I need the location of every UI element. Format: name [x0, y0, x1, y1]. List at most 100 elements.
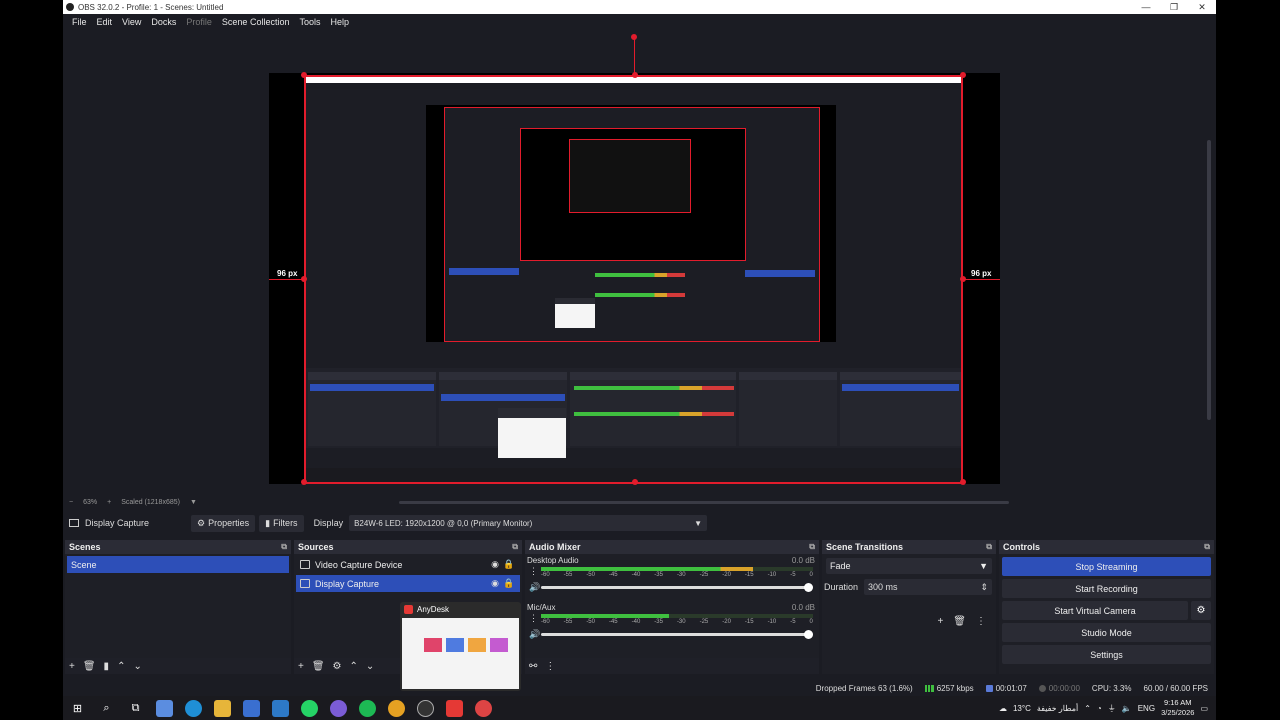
properties-button[interactable]: ⚙ Properties: [191, 514, 256, 532]
volume-slider-knob[interactable]: [804, 583, 813, 592]
eye-icon[interactable]: ◉: [488, 578, 502, 589]
chevron-up-icon[interactable]: ⌃: [350, 661, 358, 672]
preview-horizontal-scrollbar[interactable]: [399, 501, 1009, 504]
clock[interactable]: 9:16 AM 3/25/2026: [1161, 698, 1194, 718]
filters-button[interactable]: ▮ Filters: [259, 514, 304, 532]
kebab-menu-icon[interactable]: ⋮: [545, 661, 555, 672]
kebab-menu-icon[interactable]: ⋮: [529, 566, 538, 577]
resize-handle-bottom[interactable]: [632, 479, 638, 485]
close-button[interactable]: ✕: [1188, 2, 1216, 13]
trash-icon[interactable]: 🗑: [83, 661, 96, 672]
chevron-down-icon[interactable]: ⌄: [133, 661, 141, 672]
display-capture-bounds[interactable]: [304, 75, 963, 484]
transition-select[interactable]: Fade ▼: [826, 558, 992, 574]
resize-handle-left[interactable]: [301, 276, 307, 282]
windows-start-icon[interactable]: ⊞: [69, 700, 86, 717]
dock-float-icon[interactable]: ⧉: [986, 542, 992, 552]
dock-float-icon[interactable]: ⧉: [512, 542, 518, 552]
display-select[interactable]: B24W-6 LED: 1920x1200 @ 0,0 (Primary Mon…: [349, 515, 708, 531]
add-icon[interactable]: +: [69, 661, 75, 672]
chevron-up-icon[interactable]: ⌃: [117, 661, 125, 672]
kebab-menu-icon[interactable]: ⋮: [976, 616, 986, 627]
scale-mode[interactable]: Scaled (1218x685): [121, 499, 180, 506]
menu-scene-collection[interactable]: Scene Collection: [217, 17, 295, 27]
weather-text[interactable]: أمطار خفيفة: [1037, 704, 1078, 713]
stepper-icon[interactable]: ⇕: [980, 582, 988, 593]
gear-icon[interactable]: ⚙: [333, 661, 342, 672]
menu-view[interactable]: View: [117, 17, 146, 27]
dock-float-icon[interactable]: ⧉: [1204, 542, 1210, 552]
spotify-icon[interactable]: [359, 699, 376, 717]
lock-icon[interactable]: 🔒: [502, 578, 516, 589]
source-item[interactable]: Display Capture ◉ 🔒: [296, 575, 520, 592]
chrome-icon[interactable]: [388, 699, 405, 717]
obs-icon[interactable]: [417, 699, 434, 717]
menu-profile[interactable]: Profile: [181, 17, 217, 27]
preview-vertical-scrollbar[interactable]: [1207, 140, 1211, 420]
menu-tools[interactable]: Tools: [294, 17, 325, 27]
add-icon[interactable]: +: [298, 661, 304, 672]
restore-button[interactable]: ❐: [1160, 2, 1188, 13]
popup-thumbnail[interactable]: [402, 618, 519, 689]
studio-mode-button[interactable]: Studio Mode: [1002, 623, 1211, 642]
speaker-icon[interactable]: 🔊: [529, 582, 540, 593]
virtual-camera-gear-icon[interactable]: ⚙: [1191, 601, 1211, 620]
file-explorer-icon[interactable]: [214, 699, 231, 717]
weather-temp[interactable]: 13°C: [1013, 704, 1031, 713]
settings-button[interactable]: Settings: [1002, 645, 1211, 664]
usb-icon[interactable]: ⏚: [1108, 703, 1116, 714]
search-icon[interactable]: ⌕: [98, 700, 115, 717]
taskbar-preview-popup[interactable]: AnyDesk: [400, 602, 521, 691]
speaker-icon[interactable]: 🔊: [529, 629, 540, 640]
messenger-icon[interactable]: [330, 699, 347, 717]
zoom-in-icon[interactable]: +: [107, 499, 111, 506]
anydesk-icon[interactable]: [446, 699, 463, 717]
chrome-profile-icon[interactable]: [475, 699, 492, 717]
store-icon[interactable]: [243, 699, 260, 717]
resize-handle-top-left[interactable]: [301, 72, 307, 78]
weather-icon[interactable]: ☁: [999, 704, 1007, 713]
top-guide-handle[interactable]: [631, 34, 637, 40]
chevron-down-icon[interactable]: ⌄: [366, 661, 374, 672]
start-recording-button[interactable]: Start Recording: [1002, 579, 1211, 598]
minimize-button[interactable]: —: [1132, 2, 1160, 12]
notification-icon[interactable]: ▭: [1200, 704, 1208, 713]
scene-item[interactable]: Scene: [67, 556, 289, 573]
preview-area[interactable]: 96 px 96 px: [63, 30, 1216, 496]
zoom-out-icon[interactable]: −: [69, 499, 73, 506]
start-virtual-camera-button[interactable]: Start Virtual Camera: [1054, 606, 1135, 616]
filter-icon[interactable]: ▮: [104, 661, 110, 672]
add-icon[interactable]: +: [937, 616, 943, 627]
lock-icon[interactable]: 🔒: [502, 559, 516, 570]
dock-float-icon[interactable]: ⧉: [281, 542, 287, 552]
menu-file[interactable]: File: [67, 17, 92, 27]
whatsapp-icon[interactable]: [301, 699, 318, 717]
volume-slider[interactable]: [541, 583, 813, 592]
source-item[interactable]: Video Capture Device ◉ 🔒: [296, 556, 520, 573]
chevron-up-icon[interactable]: ⌃: [1084, 704, 1091, 713]
resize-handle-bottom-left[interactable]: [301, 479, 307, 485]
link-icon[interactable]: ⚯: [529, 661, 537, 672]
zoom-level[interactable]: 63%: [83, 499, 97, 506]
network-icon[interactable]: ◔: [1097, 704, 1102, 713]
volume-slider-knob[interactable]: [804, 630, 813, 639]
task-view-icon[interactable]: ⧉: [127, 700, 144, 717]
copilot-icon[interactable]: [156, 699, 173, 717]
eye-icon[interactable]: ◉: [488, 559, 502, 570]
resize-handle-right[interactable]: [960, 276, 966, 282]
resize-handle-top[interactable]: [632, 72, 638, 78]
volume-icon[interactable]: 🔈: [1122, 704, 1132, 713]
duration-input[interactable]: 300 ms ⇕: [864, 579, 992, 595]
dock-float-icon[interactable]: ⧉: [809, 542, 815, 552]
resize-handle-top-right[interactable]: [960, 72, 966, 78]
menu-edit[interactable]: Edit: [92, 17, 118, 27]
scale-dropdown-icon[interactable]: ▼: [190, 499, 197, 506]
edge-icon[interactable]: [185, 699, 202, 717]
menu-help[interactable]: Help: [325, 17, 354, 27]
mail-icon[interactable]: [272, 699, 289, 717]
resize-handle-bottom-right[interactable]: [960, 479, 966, 485]
trash-icon[interactable]: 🗑: [953, 616, 966, 627]
trash-icon[interactable]: 🗑: [312, 661, 325, 672]
kebab-menu-icon[interactable]: ⋮: [529, 613, 538, 624]
volume-slider[interactable]: [541, 630, 813, 639]
